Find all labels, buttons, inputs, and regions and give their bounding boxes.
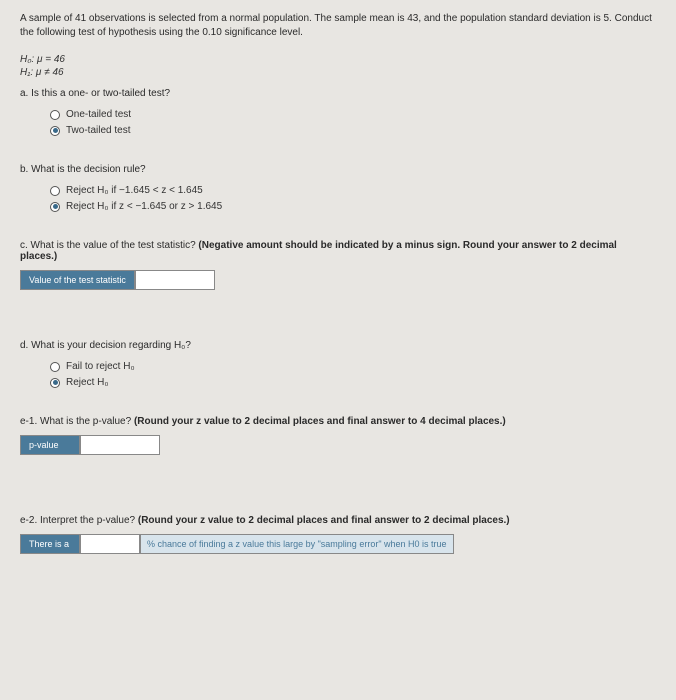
radio-icon [50,110,60,120]
option-d-fail-reject[interactable]: Fail to reject H₀ [50,361,656,372]
question-c: c. What is the value of the test statist… [20,240,656,262]
question-a: a. Is this a one- or two-tailed test? [20,88,656,99]
option-label: Fail to reject H₀ [66,361,135,372]
problem-intro: A sample of 41 observations is selected … [20,12,656,40]
interpret-input[interactable] [81,535,139,553]
question-d: d. What is your decision regarding H₀? [20,340,656,351]
radio-icon [50,186,60,196]
question-e2: e-2. Interpret the p-value? (Round your … [20,515,656,526]
option-label: Reject H₀ if z < −1.645 or z > 1.645 [66,201,222,212]
input-label-test-statistic: Value of the test statistic [20,270,135,290]
option-b-2[interactable]: Reject H₀ if z < −1.645 or z > 1.645 [50,201,656,212]
question-b: b. What is the decision rule? [20,164,656,175]
radio-icon [50,362,60,372]
option-a-two-tailed[interactable]: Two-tailed test [50,125,656,136]
input-label-pvalue: p-value [20,435,80,455]
option-b-1[interactable]: Reject H₀ if −1.645 < z < 1.645 [50,185,656,196]
option-d-reject[interactable]: Reject H₀ [50,377,656,388]
interpret-trail-text: % chance of finding a z value this large… [140,534,454,554]
test-statistic-input[interactable] [136,271,214,289]
hypothesis-h1: H₁: μ ≠ 46 [20,67,656,78]
option-label: One-tailed test [66,109,131,120]
option-label: Reject H₀ [66,377,109,388]
input-label-there-is: There is a [20,534,80,554]
radio-icon [50,126,60,136]
pvalue-input[interactable] [81,436,159,454]
hypothesis-h0: H₀: μ = 46 [20,54,656,65]
hypotheses-block: H₀: μ = 46 H₁: μ ≠ 46 [20,54,656,78]
radio-icon [50,202,60,212]
radio-icon [50,378,60,388]
option-label: Reject H₀ if −1.645 < z < 1.645 [66,185,203,196]
question-e1: e-1. What is the p-value? (Round your z … [20,416,656,427]
option-label: Two-tailed test [66,125,130,136]
option-a-one-tailed[interactable]: One-tailed test [50,109,656,120]
